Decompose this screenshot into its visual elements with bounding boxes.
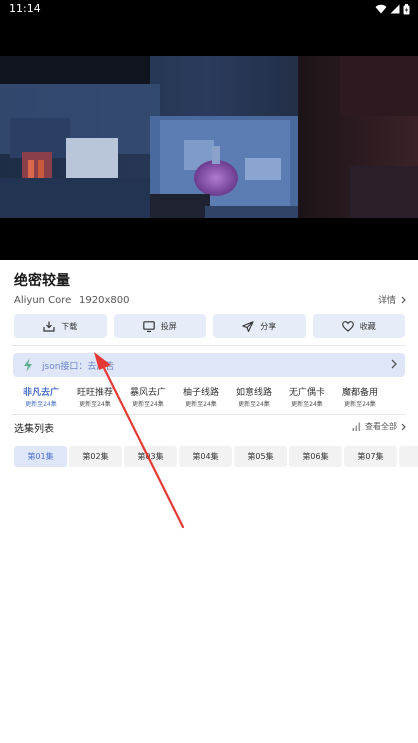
chevron-right-icon bbox=[391, 359, 397, 369]
route-update-status: 更新至24集 bbox=[185, 401, 217, 408]
cast-button[interactable]: 投屏 bbox=[113, 314, 206, 338]
episode-button[interactable]: 第06集 bbox=[289, 446, 342, 467]
route-update-status: 更新至24集 bbox=[238, 401, 270, 408]
route-tab-modu[interactable]: 魔都备用 更新至24集 bbox=[333, 385, 387, 408]
route-name: 旺旺推荐 bbox=[76, 388, 113, 398]
favorite-label: 收藏 bbox=[359, 321, 376, 331]
signal-icon bbox=[390, 4, 400, 14]
route-tab-youzi[interactable]: 柚子线路 更新至24集 bbox=[174, 385, 228, 408]
bars-icon bbox=[352, 422, 361, 431]
wifi-icon bbox=[375, 4, 387, 14]
divider bbox=[12, 345, 406, 346]
favorite-button[interactable]: 收藏 bbox=[312, 314, 405, 338]
episode-list: 第01集 第02集 第03集 第04集 第05集 第06集 第07集 bbox=[14, 446, 418, 467]
download-label: 下载 bbox=[61, 321, 78, 331]
route-tab-feifan[interactable]: 非凡去广 更新至24集 bbox=[14, 385, 68, 408]
route-update-status: 更新至24集 bbox=[132, 401, 164, 408]
action-row: 下载 投屏 分享 收藏 bbox=[14, 314, 405, 338]
heart-icon bbox=[341, 320, 354, 332]
view-all-label: 查看全部 bbox=[365, 422, 397, 431]
route-name: 无广偶卡 bbox=[288, 388, 325, 398]
status-bar: 11:14 bbox=[0, 0, 418, 18]
download-icon bbox=[43, 321, 55, 332]
route-update-status: 更新至24集 bbox=[344, 401, 376, 408]
share-icon bbox=[242, 320, 254, 332]
share-label: 分享 bbox=[260, 321, 277, 331]
status-time: 11:14 bbox=[9, 2, 41, 15]
video-frame bbox=[0, 56, 418, 218]
route-update-status: 更新至24集 bbox=[291, 401, 323, 408]
route-name: 柚子线路 bbox=[182, 388, 219, 398]
source-route-tabs: 非凡去广 更新至24集 旺旺推荐 更新至24集 暴风去广 更新至24集 柚子线路… bbox=[14, 385, 406, 411]
lightning-icon bbox=[24, 358, 32, 372]
route-tab-ruyi[interactable]: 如意线路 更新至24集 bbox=[227, 385, 281, 408]
episode-button-partial[interactable] bbox=[399, 446, 418, 467]
episode-button[interactable]: 第01集 bbox=[14, 446, 67, 467]
status-icons bbox=[375, 3, 410, 15]
route-update-status: 更新至24集 bbox=[25, 401, 57, 408]
chevron-right-icon bbox=[401, 423, 406, 430]
route-tab-wuguang[interactable]: 无广偶卡 更新至24集 bbox=[280, 385, 334, 408]
video-player[interactable] bbox=[0, 18, 418, 260]
episode-list-title: 选集列表 bbox=[14, 424, 54, 435]
divider bbox=[12, 414, 406, 415]
share-button[interactable]: 分享 bbox=[213, 314, 306, 338]
chevron-right-icon bbox=[401, 296, 406, 303]
episode-button[interactable]: 第04集 bbox=[179, 446, 232, 467]
video-source: Aliyun Core bbox=[14, 295, 72, 306]
download-button[interactable]: 下载 bbox=[14, 314, 107, 338]
episode-button[interactable]: 第07集 bbox=[344, 446, 397, 467]
video-resolution: 1920x800 bbox=[79, 295, 130, 306]
route-tab-wangwang[interactable]: 旺旺推荐 更新至24集 bbox=[68, 385, 122, 408]
cast-icon bbox=[142, 320, 155, 332]
episode-button[interactable]: 第02集 bbox=[69, 446, 122, 467]
battery-icon bbox=[403, 3, 410, 14]
route-name: 如意线路 bbox=[235, 388, 272, 398]
detail-link[interactable]: 详情 bbox=[378, 293, 406, 306]
episode-button[interactable]: 第05集 bbox=[234, 446, 287, 467]
route-update-status: 更新至24集 bbox=[79, 401, 111, 408]
route-tab-baofeng[interactable]: 暴风去广 更新至24集 bbox=[121, 385, 175, 408]
video-title: 绝密较量 bbox=[14, 273, 70, 289]
route-name: 非凡去广 bbox=[22, 388, 59, 398]
cast-label: 投屏 bbox=[160, 321, 177, 331]
view-all-button[interactable]: 查看全部 bbox=[352, 421, 406, 432]
detail-label: 详情 bbox=[377, 296, 396, 306]
route-name: 暴风去广 bbox=[129, 388, 166, 398]
route-name: 魔都备用 bbox=[341, 388, 378, 398]
episode-button[interactable]: 第03集 bbox=[124, 446, 177, 467]
json-interface-label: json接口：去广告 bbox=[42, 362, 115, 372]
json-interface-bar[interactable]: json接口：去广告 bbox=[13, 353, 405, 377]
